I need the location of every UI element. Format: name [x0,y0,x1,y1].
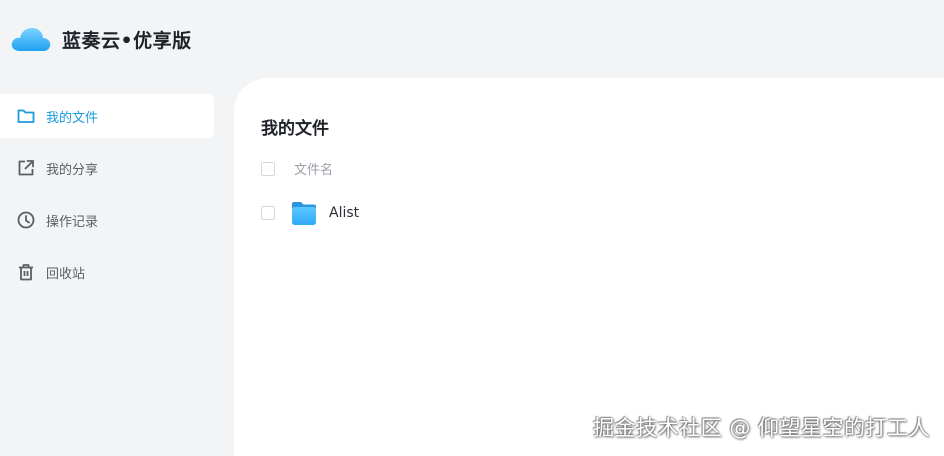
table-header: 文件名 [261,159,333,178]
sidebar-item-label: 我的分享 [46,162,99,178]
folder-icon [16,106,36,126]
clock-icon [16,210,36,230]
share-icon [16,158,36,178]
watermark: 掘金技术社区 @ 仰望星空的打工人 [593,416,930,440]
sidebar: 我的文件 我的分享 操作记录 回收站 [0,94,214,302]
folder-icon [292,202,316,225]
brand-title: 蓝奏云•优享版 [62,29,192,52]
cloud-logo-icon [11,28,51,51]
header: 蓝奏云•优享版 [0,0,944,78]
column-header-filename[interactable]: 文件名 [294,159,333,178]
sidebar-item-label: 我的文件 [46,110,99,126]
page-title: 我的文件 [261,119,329,139]
table-row[interactable]: Alist [261,199,359,227]
trash-icon [16,262,36,282]
sidebar-item-my-shares[interactable]: 我的分享 [0,146,214,190]
sidebar-item-activity-log[interactable]: 操作记录 [0,198,214,242]
sidebar-item-my-files[interactable]: 我的文件 [0,94,214,138]
sidebar-item-label: 回收站 [46,266,86,282]
sidebar-item-label: 操作记录 [46,214,99,230]
select-all-checkbox[interactable] [261,161,275,176]
sidebar-item-recycle-bin[interactable]: 回收站 [0,250,214,294]
file-name: Alist [329,205,360,221]
file-panel: 我的文件 文件名 Alist [234,78,944,456]
row-checkbox[interactable] [261,206,275,220]
